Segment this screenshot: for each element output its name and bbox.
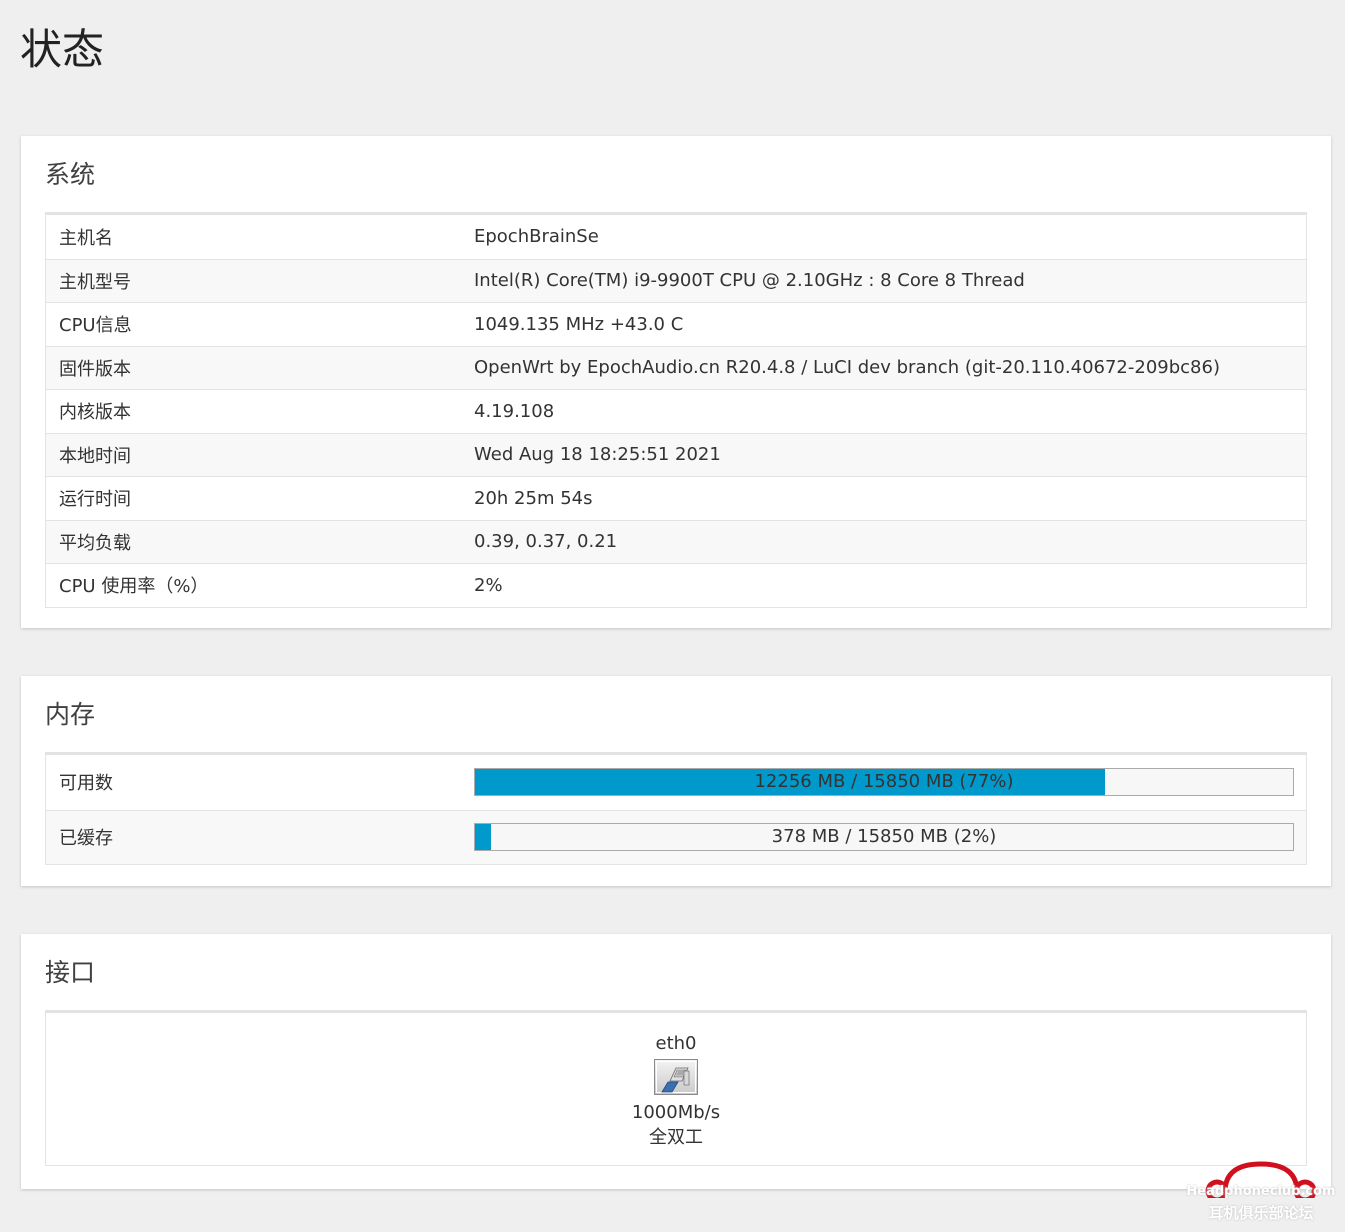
ethernet-port-icon[interactable] <box>654 1059 698 1095</box>
memory-cached-progress-bar: 378 MB / 15850 MB (2%) <box>474 823 1294 852</box>
table-row: 运行时间 20h 25m 54s <box>46 476 1306 520</box>
memory-panel-title: 内存 <box>45 700 96 729</box>
watermark: Headphoneclub.com 耳机俱乐部论坛 <box>1181 1158 1341 1228</box>
system-panel-title: 系统 <box>45 160 96 189</box>
watermark-site: Headphoneclub.com <box>1186 1184 1336 1199</box>
interface-speed: 1000Mb/s <box>631 1102 721 1123</box>
interface-duplex: 全双工 <box>649 1127 703 1148</box>
row-value: Wed Aug 18 18:25:51 2021 <box>474 444 721 466</box>
interface-name: eth0 <box>655 1033 697 1054</box>
table-row: 已缓存 378 MB / 15850 MB (2%) <box>46 809 1306 864</box>
row-label: CPU 使用率（%） <box>59 576 209 598</box>
interface-box: eth0 1000Mb/s 全双工 <box>45 1010 1307 1166</box>
table-row: 主机名 EpochBrainSe <box>46 215 1306 259</box>
memory-panel: 内存 可用数 12256 MB / 15850 MB (77%) 已缓存 378… <box>21 676 1331 886</box>
row-label: 本地时间 <box>59 445 131 467</box>
table-row: 主机型号 Intel(R) Core(TM) i9-9900T CPU @ 2.… <box>46 258 1306 302</box>
row-value: 20h 25m 54s <box>474 487 593 509</box>
row-label: 运行时间 <box>59 489 131 511</box>
row-label: 内核版本 <box>59 402 131 424</box>
system-panel: 系统 主机名 EpochBrainSe 主机型号 Intel(R) Core(T… <box>21 136 1331 628</box>
table-row: CPU信息 1049.135 MHz +43.0 C <box>46 302 1306 346</box>
watermark-forum: 耳机俱乐部论坛 <box>1208 1204 1314 1222</box>
memory-available-progress-bar: 12256 MB / 15850 MB (77%) <box>474 768 1294 797</box>
system-table: 主机名 EpochBrainSe 主机型号 Intel(R) Core(TM) … <box>45 212 1307 608</box>
row-label: 固件版本 <box>59 358 131 380</box>
row-value: 0.39, 0.37, 0.21 <box>474 531 618 553</box>
progress-text: 378 MB / 15850 MB (2%) <box>771 826 997 848</box>
row-value: 2% <box>474 574 503 596</box>
row-label: 平均负载 <box>59 532 131 554</box>
row-value: 1049.135 MHz +43.0 C <box>474 313 684 335</box>
row-value: EpochBrainSe <box>474 226 599 248</box>
row-label: 主机名 <box>59 227 113 249</box>
page-title: 状态 <box>20 25 105 74</box>
interfaces-panel-title: 接口 <box>45 958 96 987</box>
table-row: 内核版本 4.19.108 <box>46 389 1306 433</box>
table-row: 平均负载 0.39, 0.37, 0.21 <box>46 519 1306 563</box>
row-label: CPU信息 <box>59 315 132 337</box>
row-value: Intel(R) Core(TM) i9-9900T CPU @ 2.10GHz… <box>474 270 1025 292</box>
row-value: 4.19.108 <box>474 400 555 422</box>
row-value: 378 MB / 15850 MB (2%) <box>474 823 1306 852</box>
progress-text: 12256 MB / 15850 MB (77%) <box>754 771 1014 793</box>
table-row: 本地时间 Wed Aug 18 18:25:51 2021 <box>46 432 1306 476</box>
row-label: 已缓存 <box>59 828 113 850</box>
interfaces-panel: 接口 eth0 1000Mb/s 全双工 <box>21 934 1331 1189</box>
row-value: OpenWrt by EpochAudio.cn R20.4.8 / LuCI … <box>474 357 1220 379</box>
table-row: 可用数 12256 MB / 15850 MB (77%) <box>46 755 1306 810</box>
row-value: 12256 MB / 15850 MB (77%) <box>474 768 1306 797</box>
row-label: 可用数 <box>59 773 113 795</box>
table-row: 固件版本 OpenWrt by EpochAudio.cn R20.4.8 / … <box>46 345 1306 389</box>
memory-table: 可用数 12256 MB / 15850 MB (77%) 已缓存 378 MB… <box>45 752 1307 865</box>
row-label: 主机型号 <box>59 271 131 293</box>
table-row: CPU 使用率（%） 2% <box>46 563 1306 607</box>
